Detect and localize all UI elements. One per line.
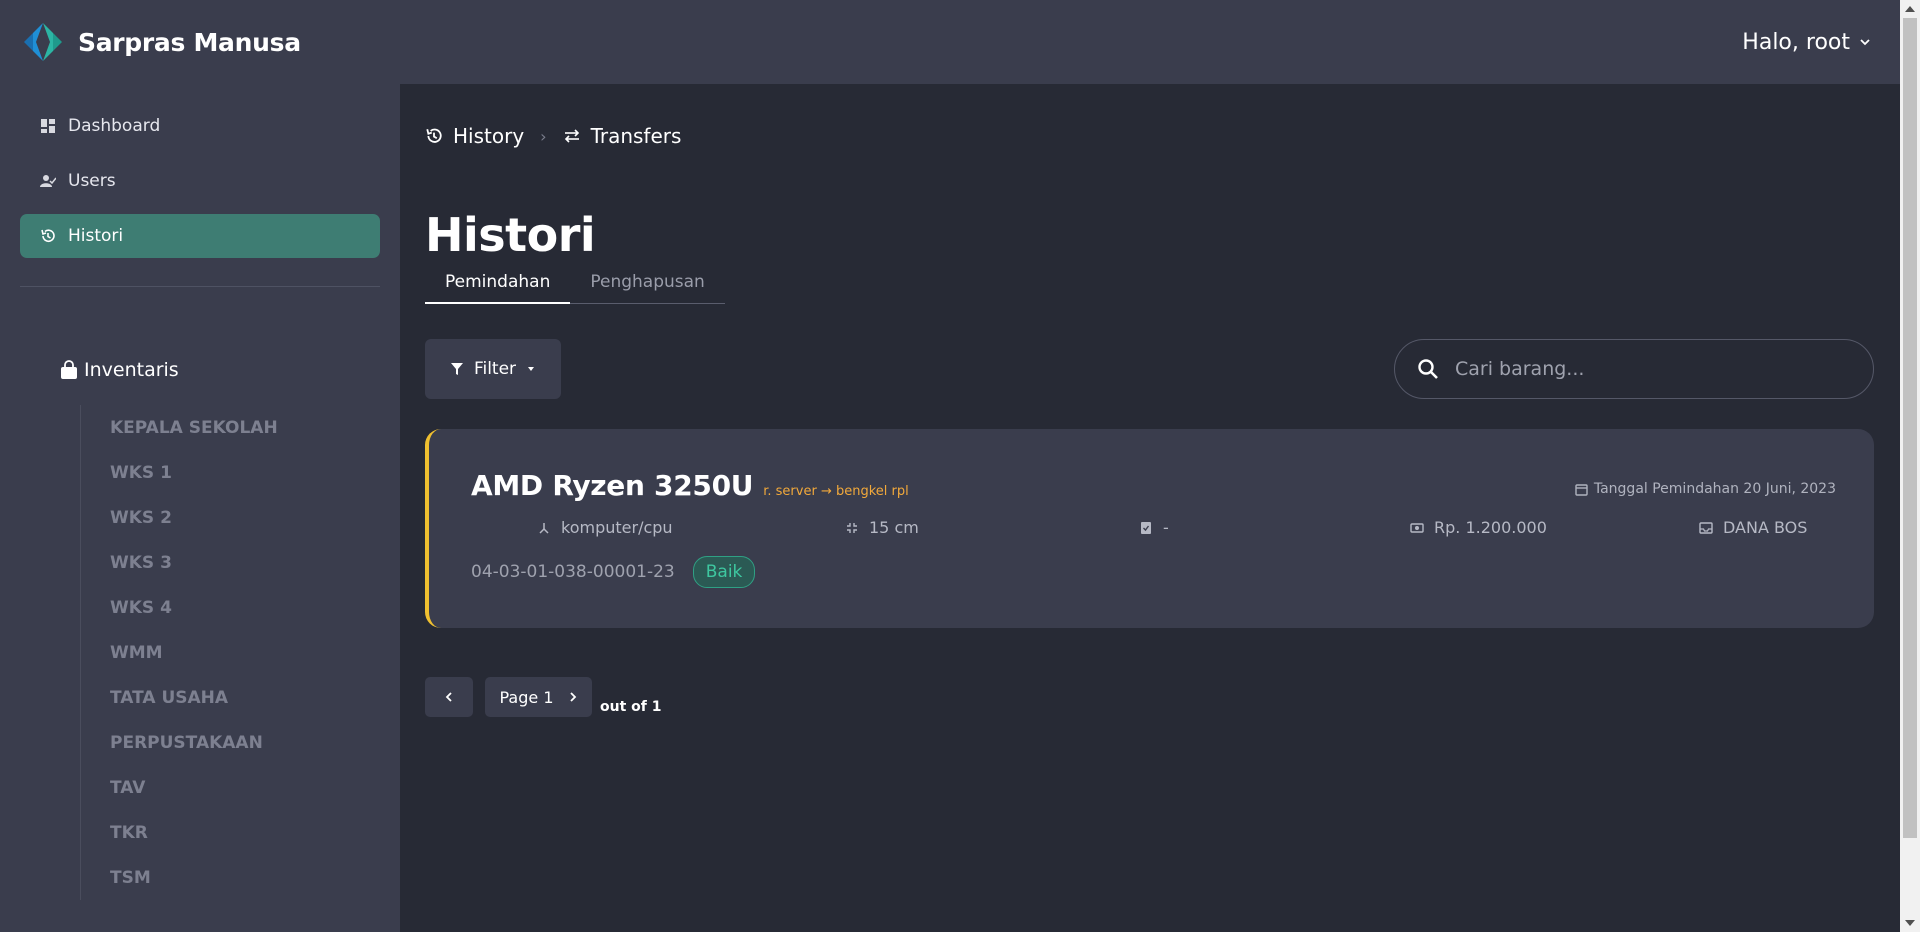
inventory-item[interactable]: TSM [110, 855, 380, 900]
search-input[interactable] [1455, 358, 1835, 380]
page-title: Histori [425, 208, 596, 262]
item-code: 04-03-01-038-00001-23 [471, 562, 675, 582]
user-check-icon [40, 175, 56, 187]
inventory-item[interactable]: TATA USAHA [110, 675, 380, 720]
breadcrumb: History › Transfers [425, 124, 681, 148]
user-menu[interactable]: Halo, root [1742, 30, 1872, 55]
item-name: AMD Ryzen 3250U [471, 469, 754, 502]
transfer-date-text: Tanggal Pemindahan 20 Juni, 2023 [1593, 481, 1836, 497]
transfer-date: Tanggal Pemindahan 20 Juni, 2023 [1575, 481, 1836, 497]
calendar-icon [1575, 483, 1588, 496]
sidebar-divider [20, 286, 380, 287]
fund-text: DANA BOS [1723, 518, 1808, 537]
inventory-item[interactable]: WKS 2 [110, 495, 380, 540]
pagination: Page 1 out of 1 [425, 677, 661, 717]
inventory-item[interactable]: TKR [110, 810, 380, 855]
filter-button[interactable]: Filter [425, 339, 561, 399]
chevron-right-icon [569, 692, 576, 702]
sidebar-item-label: Dashboard [68, 116, 161, 136]
meta-price: Rp. 1.200.000 [1410, 518, 1547, 537]
breadcrumb-history[interactable]: History [453, 124, 524, 148]
price-text: Rp. 1.200.000 [1434, 518, 1547, 537]
inventory-heading-label: Inventaris [84, 359, 179, 381]
inventory-item[interactable]: PERPUSTAKAAN [110, 720, 380, 765]
arrow-right-icon: → [820, 484, 836, 499]
sidebar-item-label: Users [68, 171, 116, 191]
search-icon [1418, 359, 1438, 379]
filter-icon [450, 363, 463, 375]
size-text: 15 cm [869, 518, 919, 537]
inventory-heading[interactable]: Inventaris [60, 359, 380, 381]
history-icon [426, 128, 442, 143]
scroll-up-arrow-icon[interactable] [1905, 6, 1915, 12]
scroll-down-arrow-icon[interactable] [1905, 920, 1915, 926]
tab-penghapusan[interactable]: Penghapusan [570, 264, 724, 303]
meta-size: 15 cm [845, 518, 919, 537]
scrollbar-thumb[interactable] [1903, 18, 1917, 838]
inventory-list: KEPALA SEKOLAH WKS 1 WKS 2 WKS 3 WKS 4 W… [80, 405, 380, 900]
vertical-scrollbar[interactable] [1900, 0, 1920, 932]
meta-document: - [1139, 518, 1169, 537]
chevron-down-icon [1860, 39, 1870, 46]
breadcrumb-transfers[interactable]: Transfers [591, 124, 682, 148]
history-icon [41, 229, 55, 242]
inventory-item[interactable]: WKS 3 [110, 540, 380, 585]
caret-down-icon [528, 367, 535, 371]
transfer-icon [564, 129, 579, 143]
meta-category: komputer/cpu [537, 518, 673, 537]
prev-page-button[interactable] [425, 677, 473, 717]
page-label: Page 1 [499, 687, 554, 707]
inventory-item[interactable]: KEPALA SEKOLAH [110, 405, 380, 450]
brand-name: Sarpras Manusa [78, 27, 301, 57]
meta-fund: DANA BOS [1699, 518, 1807, 537]
inbox-icon [1699, 521, 1713, 534]
page-count: out of 1 [600, 699, 662, 715]
tab-bar: Pemindahan Penghapusan [425, 264, 725, 304]
route-to: bengkel rpl [835, 484, 909, 499]
sidebar: Dashboard Users Histori Inventaris KEPAL… [0, 84, 400, 932]
filter-label: Filter [473, 359, 517, 379]
category-icon [539, 522, 549, 534]
category-text: komputer/cpu [561, 518, 673, 537]
document-check-icon [1141, 521, 1151, 534]
brand[interactable]: Sarpras Manusa [22, 21, 301, 63]
condition-badge: Baik [692, 556, 756, 588]
size-icon [847, 522, 857, 533]
inventory-item[interactable]: TAV [110, 765, 380, 810]
shopping-bag-icon [61, 360, 77, 379]
sidebar-item-label: Histori [68, 226, 124, 246]
chevron-right-icon: › [540, 126, 547, 146]
next-page-button[interactable]: Page 1 [485, 677, 592, 717]
chevron-left-icon [445, 692, 452, 702]
route-from: r. server [763, 484, 817, 499]
sidebar-item-users[interactable]: Users [20, 159, 380, 203]
brand-logo-icon [22, 21, 64, 63]
sidebar-item-dashboard[interactable]: Dashboard [20, 104, 380, 148]
tab-pemindahan[interactable]: Pemindahan [425, 264, 571, 304]
item-meta: komputer/cpu 15 cm - Rp. 1.200.000 DANA … [471, 518, 1834, 544]
search-box[interactable] [1394, 339, 1874, 399]
inventory-item[interactable]: WKS 4 [110, 585, 380, 630]
inventory-item[interactable]: WMM [110, 630, 380, 675]
transfer-card[interactable]: AMD Ryzen 3250U r. server → bengkel rpl … [425, 429, 1874, 628]
top-bar: Sarpras Manusa Halo, root [0, 0, 1900, 84]
dashboard-icon [41, 119, 55, 133]
money-icon [1410, 522, 1424, 533]
transfer-route: r. server → bengkel rpl [763, 484, 909, 499]
user-greeting: Halo, root [1742, 29, 1850, 55]
inventory-item[interactable]: WKS 1 [110, 450, 380, 495]
main-content: History › Transfers Histori Pemindahan P… [400, 84, 1900, 932]
document-text: - [1163, 518, 1169, 537]
sidebar-item-histori[interactable]: Histori [20, 214, 380, 258]
